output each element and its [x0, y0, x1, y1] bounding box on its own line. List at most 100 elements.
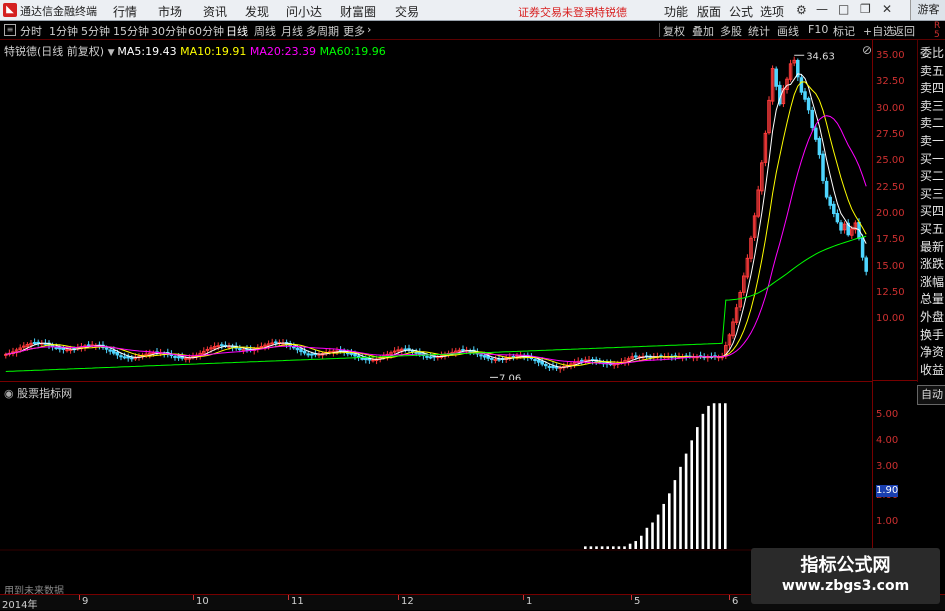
period-daily[interactable]: 日线 [226, 23, 248, 39]
candle-body [493, 358, 498, 361]
menu-news[interactable]: 资讯 [203, 3, 227, 20]
candle-body [403, 348, 408, 351]
menu-formula[interactable]: 公式 [729, 3, 753, 20]
candlestick-chart[interactable]: 34.63 7.06 [0, 40, 873, 380]
tool-mark[interactable]: 标记 [833, 23, 855, 39]
side-item[interactable]: 买四 [918, 202, 945, 219]
side-item[interactable]: 最新 [918, 238, 945, 255]
settings-icon[interactable]: ⚙ [796, 3, 807, 17]
side-item[interactable]: 卖四 [918, 79, 945, 96]
indicator-bar [628, 543, 632, 549]
menu-layout[interactable]: 版面 [697, 3, 721, 20]
candle-body [544, 363, 548, 367]
tool-back[interactable]: 返回 [893, 23, 915, 39]
candle-body [392, 350, 397, 353]
tool-watchlist[interactable]: +自选 [863, 23, 894, 39]
side-item[interactable]: 买三 [918, 185, 945, 202]
period-15min[interactable]: 15分钟 [113, 23, 149, 39]
candle-body [864, 257, 868, 272]
indicator-chart[interactable] [0, 382, 873, 594]
side-item[interactable]: 外盘 [918, 308, 945, 325]
side-item[interactable]: 卖三 [918, 97, 945, 114]
maximize-icon[interactable]: □ [838, 2, 849, 16]
candle-body [360, 357, 364, 360]
candle-body [860, 237, 865, 258]
tool-stats[interactable]: 统计 [748, 23, 770, 39]
indicator-bar [707, 405, 710, 549]
side-item[interactable]: 净资 [918, 343, 945, 360]
period-60min[interactable]: 60分钟 [188, 23, 224, 39]
tool-adjust[interactable]: 复权 [663, 23, 685, 39]
side-item[interactable]: 涨幅 [918, 273, 945, 290]
date-tick [631, 595, 632, 600]
auto-button[interactable]: 自动 [917, 385, 945, 405]
side-item[interactable]: 卖一 [918, 132, 945, 149]
side-item[interactable]: 收益 [918, 361, 945, 378]
menu-function[interactable]: 功能 [664, 3, 688, 20]
period-more[interactable]: 更多 [343, 23, 365, 39]
price-tick: 30.00 [876, 103, 905, 114]
side-item[interactable]: 买一 [918, 150, 945, 167]
close-icon[interactable]: ✕ [882, 2, 892, 16]
side-item[interactable]: 总量 [918, 290, 945, 307]
tool-f10[interactable]: F10 [808, 23, 828, 36]
candle-body [36, 341, 40, 344]
side-item[interactable]: 换手 [918, 326, 945, 343]
candle-body [839, 222, 843, 231]
price-tick: 15.00 [876, 261, 905, 272]
candle-body [302, 350, 307, 354]
date-tick [398, 595, 399, 600]
guest-label[interactable]: 游客 [910, 0, 945, 20]
indicator-tick: 3.00 [876, 461, 899, 472]
period-30min[interactable]: 30分钟 [151, 23, 187, 39]
ma-line [5, 81, 867, 367]
price-tick: 27.50 [876, 129, 905, 140]
restore-icon[interactable]: ❐ [860, 2, 871, 16]
period-5min[interactable]: 5分钟 [81, 23, 110, 39]
candle-body [259, 345, 264, 348]
side-item[interactable]: 卖五 [918, 62, 945, 79]
indicator-bar [623, 546, 626, 549]
candle-body [799, 77, 804, 93]
period-1min[interactable]: 1分钟 [49, 23, 78, 39]
side-item[interactable]: 买二 [918, 167, 945, 184]
candle-body [104, 347, 109, 350]
indicator-bar [673, 480, 677, 549]
menu-discover[interactable]: 发现 [245, 3, 269, 20]
menu-market[interactable]: 市场 [158, 3, 182, 20]
more-chevron-icon[interactable]: › [367, 23, 371, 36]
menu-trade[interactable]: 交易 [395, 3, 419, 20]
candle-body [482, 355, 487, 358]
tool-draw[interactable]: 画线 [777, 23, 799, 39]
indicator-bar [662, 503, 665, 549]
menu-quotes[interactable]: 行情 [113, 3, 137, 20]
candle-body [486, 355, 490, 359]
side-item[interactable]: 卖二 [918, 114, 945, 131]
toolbar-menu-icon[interactable]: ≡ [4, 24, 16, 36]
menu-ask[interactable]: 问小达 [286, 3, 322, 20]
period-intraday[interactable]: 分时 [20, 23, 42, 39]
menu-options[interactable]: 选项 [760, 3, 784, 20]
candle-body [828, 196, 832, 206]
candle-body [479, 354, 483, 357]
tool-multi-stock[interactable]: 多股 [720, 23, 742, 39]
watermark-title: 指标公式网 [800, 555, 891, 576]
side-item[interactable]: 买五 [918, 220, 945, 237]
price-tick: 20.00 [876, 208, 905, 219]
candle-body [151, 352, 156, 355]
candle-body [418, 351, 422, 355]
login-warning[interactable]: 证券交易未登录 [518, 4, 595, 20]
menu-wealth[interactable]: 财富圈 [340, 3, 376, 20]
minimize-icon[interactable]: — [816, 2, 828, 16]
candle-body [803, 91, 807, 100]
period-multi[interactable]: 多周期 [306, 23, 339, 39]
indicator-bar [696, 427, 699, 549]
indicator-bar [595, 546, 598, 549]
side-item[interactable]: 委比 [918, 44, 945, 61]
period-weekly[interactable]: 周线 [254, 23, 276, 39]
side-item[interactable]: 涨跌 [918, 255, 945, 272]
indicator-tick: 1.00 [876, 516, 899, 527]
period-monthly[interactable]: 月线 [281, 23, 303, 39]
tool-overlay[interactable]: 叠加 [692, 23, 714, 39]
candle-body [364, 357, 368, 361]
